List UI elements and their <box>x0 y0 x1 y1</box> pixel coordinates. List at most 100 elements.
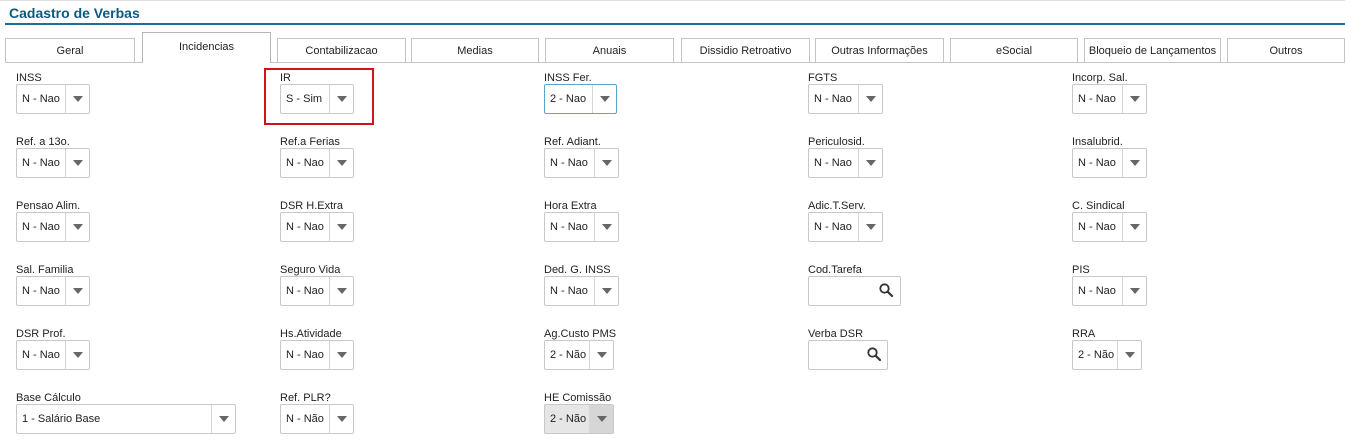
field-label: DSR Prof. <box>16 328 66 340</box>
field-label: Ag.Custo PMS <box>544 328 617 340</box>
periculosid-select[interactable]: N - Nao <box>808 148 883 178</box>
select-value: 2 - Não <box>1078 349 1115 361</box>
field-label: Pensao Alim. <box>16 200 81 212</box>
search-icon[interactable] <box>878 282 894 298</box>
field-label: Ded. G. INSS <box>544 264 611 276</box>
insalubrid-select[interactable]: N - Nao <box>1072 148 1147 178</box>
select-value: 1 - Salário Base <box>22 413 101 425</box>
incorp-sal-select[interactable]: N - Nao <box>1072 84 1147 114</box>
field-label: Ref. PLR? <box>280 392 331 404</box>
field-label: HE Comissão <box>544 392 612 404</box>
tab-bloqueio-de-lancamentos[interactable]: Bloqueio de Lançamentos <box>1084 38 1221 62</box>
tab-outras-informacoes[interactable]: Outras Informações <box>815 38 944 62</box>
he-comissao-select: 2 - Não <box>544 404 614 434</box>
tab-dissidio-retroativo[interactable]: Dissidio Retroativo <box>681 38 810 62</box>
tab-outros[interactable]: Outros <box>1227 38 1345 62</box>
ded-g-inss-select[interactable]: N - Nao <box>544 276 619 306</box>
chevron-down-icon[interactable] <box>589 341 613 369</box>
field-label: Seguro Vida <box>280 264 341 276</box>
pensao-alim-select[interactable]: N - Nao <box>16 212 90 242</box>
c-sindical-select[interactable]: N - Nao <box>1072 212 1147 242</box>
select-value: S - Sim <box>286 93 323 105</box>
select-value: N - Nao <box>814 221 852 233</box>
chevron-down-icon[interactable] <box>329 341 353 369</box>
field-label: DSR H.Extra <box>280 200 343 212</box>
field-label: Verba DSR <box>808 328 864 340</box>
tab-esocial[interactable]: eSocial <box>950 38 1078 62</box>
ag-custo-pms-select[interactable]: 2 - Não <box>544 340 614 370</box>
field-label: Ref. a 13o. <box>16 136 70 148</box>
select-value: N - Nao <box>1078 157 1116 169</box>
sal-familia-select[interactable]: N - Nao <box>16 276 90 306</box>
select-value: N - Nao <box>286 157 324 169</box>
field-label: Cod.Tarefa <box>808 264 862 276</box>
chevron-down-icon[interactable] <box>858 149 882 177</box>
pis-select[interactable]: N - Nao <box>1072 276 1147 306</box>
chevron-down-icon[interactable] <box>65 213 89 241</box>
chevron-down-icon[interactable] <box>329 149 353 177</box>
chevron-down-icon[interactable] <box>211 405 235 433</box>
select-value: 2 - Nao <box>550 93 587 105</box>
field-label: C. Sindical <box>1072 200 1125 212</box>
chevron-down-icon[interactable] <box>65 277 89 305</box>
select-value: N - Nao <box>550 157 588 169</box>
chevron-down-icon[interactable] <box>65 149 89 177</box>
ref-plr-select[interactable]: N - Não <box>280 404 354 434</box>
chevron-down-icon[interactable] <box>329 213 353 241</box>
search-icon[interactable] <box>866 346 882 362</box>
inss-fer-select[interactable]: 2 - Nao <box>544 84 617 114</box>
field-label: INSS <box>16 72 42 84</box>
select-value: N - Nao <box>550 221 588 233</box>
chevron-down-icon[interactable] <box>1117 341 1141 369</box>
ref-adiant-select[interactable]: N - Nao <box>544 148 619 178</box>
chevron-down-icon[interactable] <box>1122 213 1146 241</box>
hs-atividade-select[interactable]: N - Nao <box>280 340 354 370</box>
tab-contabilizacao[interactable]: Contabilizacao <box>277 38 406 62</box>
tab-incidencias[interactable]: Incidencias <box>142 32 271 63</box>
select-value: N - Nao <box>1078 221 1116 233</box>
seguro-vida-select[interactable]: N - Nao <box>280 276 354 306</box>
chevron-down-icon[interactable] <box>858 85 882 113</box>
tab-geral[interactable]: Geral <box>5 38 135 62</box>
select-value: N - Nao <box>286 349 324 361</box>
chevron-down-icon[interactable] <box>858 213 882 241</box>
ir-select[interactable]: S - Sim <box>280 84 354 114</box>
field-label: Ref. Adiant. <box>544 136 601 148</box>
select-value: 2 - Não <box>550 413 587 425</box>
field-label: Ref.a Ferias <box>280 136 340 148</box>
page-title: Cadastro de Verbas <box>9 5 140 21</box>
hora-extra-select[interactable]: N - Nao <box>544 212 619 242</box>
chevron-down-icon[interactable] <box>329 277 353 305</box>
select-value: N - Nao <box>22 285 60 297</box>
select-value: 2 - Não <box>550 349 587 361</box>
chevron-down-icon[interactable] <box>594 213 618 241</box>
ref-ferias-select[interactable]: N - Nao <box>280 148 354 178</box>
top-border <box>0 0 1345 1</box>
chevron-down-icon <box>589 405 613 433</box>
chevron-down-icon[interactable] <box>65 341 89 369</box>
dsr-prof-select[interactable]: N - Nao <box>16 340 90 370</box>
field-label: Periculosid. <box>808 136 865 148</box>
chevron-down-icon[interactable] <box>594 149 618 177</box>
chevron-down-icon[interactable] <box>329 405 353 433</box>
tab-medias[interactable]: Medias <box>411 38 539 62</box>
inss-select[interactable]: N - Nao <box>16 84 90 114</box>
tab-anuais[interactable]: Anuais <box>545 38 674 62</box>
chevron-down-icon[interactable] <box>65 85 89 113</box>
ref-13o-select[interactable]: N - Nao <box>16 148 90 178</box>
fgts-select[interactable]: N - Nao <box>808 84 883 114</box>
chevron-down-icon[interactable] <box>1122 277 1146 305</box>
base-calculo-select[interactable]: 1 - Salário Base <box>16 404 236 434</box>
dsr-hextra-select[interactable]: N - Nao <box>280 212 354 242</box>
field-label: PIS <box>1072 264 1090 276</box>
chevron-down-icon[interactable] <box>329 85 353 113</box>
chevron-down-icon[interactable] <box>1122 85 1146 113</box>
chevron-down-icon[interactable] <box>1122 149 1146 177</box>
adic-tserv-select[interactable]: N - Nao <box>808 212 883 242</box>
chevron-down-icon[interactable] <box>594 277 618 305</box>
rra-select[interactable]: 2 - Não <box>1072 340 1142 370</box>
field-label: FGTS <box>808 72 838 84</box>
title-underline <box>5 23 1345 25</box>
chevron-down-icon[interactable] <box>592 85 616 113</box>
field-label: Adic.T.Serv. <box>808 200 866 212</box>
